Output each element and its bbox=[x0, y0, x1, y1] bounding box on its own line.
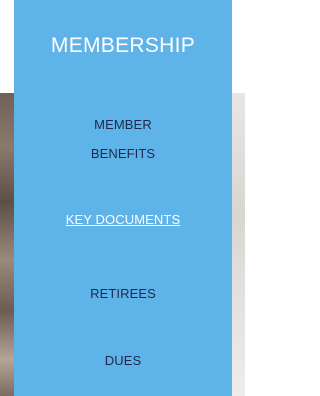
background-page-right-edge bbox=[232, 93, 245, 396]
menu-item-retirees[interactable]: RETIREES bbox=[14, 279, 232, 308]
menu-item-member-benefits[interactable]: MEMBER BENEFITS bbox=[14, 110, 232, 168]
membership-dropdown-menu: MEMBER BENEFITS KEY DOCUMENTS RETIREES D… bbox=[14, 93, 232, 396]
membership-menu-title: MEMBERSHIP bbox=[50, 33, 196, 57]
background-photo-left-edge bbox=[0, 93, 14, 396]
menu-item-member-benefits-line1: MEMBER bbox=[94, 117, 152, 132]
menu-item-member-benefits-line2: BENEFITS bbox=[90, 146, 156, 161]
membership-menu-header[interactable]: MEMBERSHIP bbox=[14, 0, 232, 93]
menu-item-key-documents[interactable]: KEY DOCUMENTS bbox=[14, 205, 232, 234]
menu-item-dues[interactable]: DUES bbox=[14, 346, 232, 375]
